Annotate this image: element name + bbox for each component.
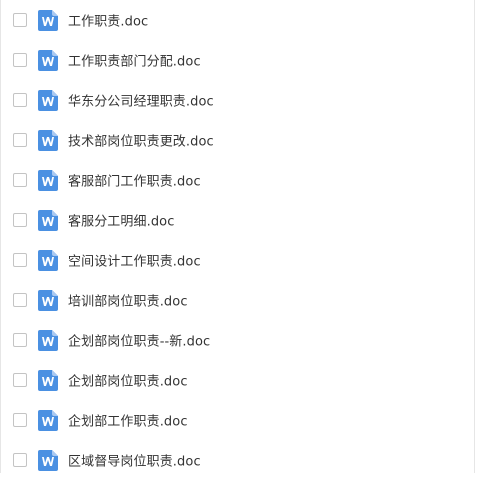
file-row[interactable]: 空间设计工作职责.doc — [0, 240, 474, 280]
file-name[interactable]: 企划部岗位职责--新.doc — [68, 331, 210, 350]
word-doc-icon — [38, 170, 58, 191]
word-doc-icon — [38, 90, 58, 111]
word-doc-icon — [38, 50, 58, 71]
word-doc-icon — [38, 450, 58, 471]
file-select-checkbox[interactable] — [13, 53, 27, 67]
file-name[interactable]: 工作职责.doc — [68, 11, 148, 30]
file-name[interactable]: 工作职责部门分配.doc — [68, 51, 201, 70]
file-name[interactable]: 企划部工作职责.doc — [68, 411, 188, 430]
file-row[interactable]: 培训部岗位职责.doc — [0, 280, 474, 320]
file-row[interactable]: 区域督导岗位职责.doc — [0, 440, 474, 480]
word-doc-icon — [38, 330, 58, 351]
file-row[interactable]: 工作职责部门分配.doc — [0, 40, 474, 80]
file-row[interactable]: 客服部门工作职责.doc — [0, 160, 474, 200]
file-select-checkbox[interactable] — [13, 213, 27, 227]
word-doc-icon — [38, 370, 58, 391]
file-row[interactable]: 华东分公司经理职责.doc — [0, 80, 474, 120]
word-doc-icon — [38, 410, 58, 431]
word-doc-icon — [38, 250, 58, 271]
file-name[interactable]: 区域督导岗位职责.doc — [68, 451, 201, 470]
file-select-checkbox[interactable] — [13, 413, 27, 427]
word-doc-icon — [38, 210, 58, 231]
file-row[interactable]: 工作职责.doc — [0, 0, 474, 40]
word-doc-icon — [38, 130, 58, 151]
file-select-checkbox[interactable] — [13, 173, 27, 187]
file-row[interactable]: 企划部岗位职责.doc — [0, 360, 474, 400]
file-row[interactable]: 企划部岗位职责--新.doc — [0, 320, 474, 360]
file-select-checkbox[interactable] — [13, 133, 27, 147]
file-name[interactable]: 空间设计工作职责.doc — [68, 251, 201, 270]
file-select-checkbox[interactable] — [13, 373, 27, 387]
file-select-checkbox[interactable] — [13, 293, 27, 307]
file-row[interactable]: 企划部工作职责.doc — [0, 400, 474, 440]
word-doc-icon — [38, 10, 58, 31]
file-select-checkbox[interactable] — [13, 333, 27, 347]
file-name[interactable]: 技术部岗位职责更改.doc — [68, 131, 214, 150]
file-select-checkbox[interactable] — [13, 93, 27, 107]
file-name[interactable]: 培训部岗位职责.doc — [68, 291, 188, 310]
file-row[interactable]: 客服分工明细.doc — [0, 200, 474, 240]
file-name[interactable]: 华东分公司经理职责.doc — [68, 91, 214, 110]
file-list: 工作职责.doc 工作职责部门分配.doc 华东分公司经理职责.doc 技术部岗位职责… — [0, 0, 474, 480]
file-row[interactable]: 技术部岗位职责更改.doc — [0, 120, 474, 160]
word-doc-icon — [38, 290, 58, 311]
file-name[interactable]: 客服部门工作职责.doc — [68, 171, 201, 190]
file-name[interactable]: 企划部岗位职责.doc — [68, 371, 188, 390]
file-name[interactable]: 客服分工明细.doc — [68, 211, 175, 230]
file-select-checkbox[interactable] — [13, 13, 27, 27]
file-select-checkbox[interactable] — [13, 453, 27, 467]
panel-right-border — [474, 0, 475, 473]
file-select-checkbox[interactable] — [13, 253, 27, 267]
